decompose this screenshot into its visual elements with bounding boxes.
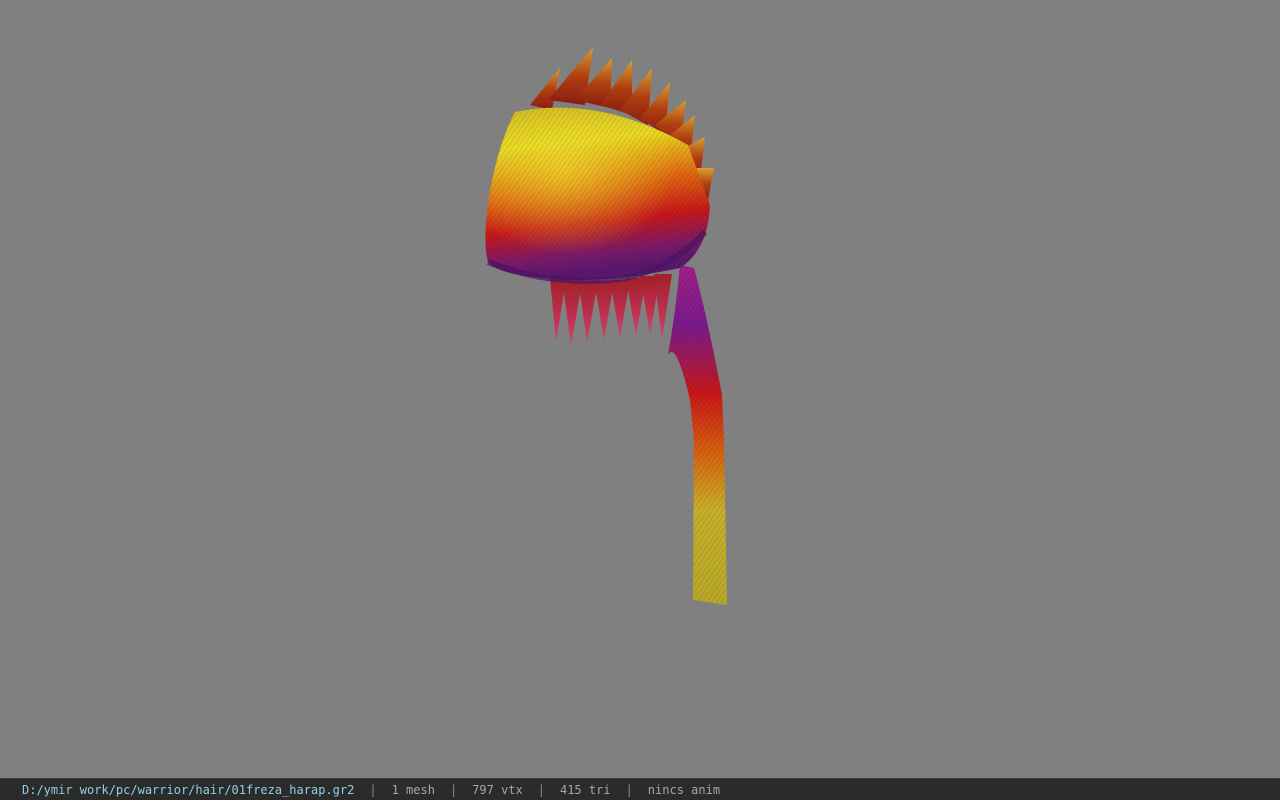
anim-status: nincs anim	[647, 782, 721, 797]
3d-viewport[interactable]	[0, 0, 1280, 778]
status-bar: D:/ymir work/pc/warrior/hair/01freza_har…	[0, 778, 1280, 800]
vertex-count: 797 vtx	[472, 782, 523, 797]
tail-ribbon	[668, 265, 727, 605]
separator: |	[369, 782, 377, 797]
separator: |	[537, 782, 545, 797]
triangle-count: 415 tri	[559, 782, 611, 797]
fringe-spikes	[550, 274, 672, 346]
separator: |	[449, 782, 458, 797]
file-path: D:/ymir work/pc/warrior/hair/01freza_har…	[22, 782, 355, 797]
separator: |	[625, 782, 633, 797]
hair-model-render[interactable]	[0, 0, 1280, 778]
mesh-count: 1 mesh	[391, 782, 435, 797]
